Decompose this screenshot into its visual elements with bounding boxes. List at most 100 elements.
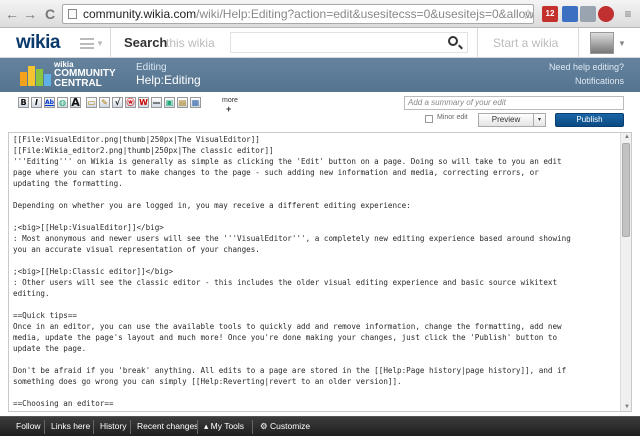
horizontal-line-button[interactable]: —	[151, 97, 162, 108]
internal-link-button[interactable]: Ab	[44, 97, 55, 108]
chevron-down-icon[interactable]: ▼	[96, 39, 104, 48]
media-file-button[interactable]: ✎	[99, 97, 110, 108]
page-icon	[68, 9, 77, 19]
editor-line: ==Quick tips==	[13, 311, 78, 320]
adblock-extension-icon[interactable]: 12	[542, 6, 558, 22]
scroll-down-arrow-icon[interactable]: ▼	[624, 404, 630, 410]
embedded-file-button[interactable]: ▭	[86, 97, 97, 108]
signature-button[interactable]: W	[138, 97, 149, 108]
hamburger-menu-icon[interactable]	[80, 38, 94, 49]
editor-line: Once in an editor, you can use the avail…	[13, 322, 562, 331]
recent-changes-button[interactable]: Recent changes	[137, 421, 198, 431]
need-help-link[interactable]: Need help editing?	[549, 62, 624, 72]
scrollbar-thumb[interactable]	[622, 143, 630, 237]
editor-line: editing.	[13, 289, 50, 298]
url-path: /wiki/Help:Editing?action=edit&usesitecs…	[196, 7, 534, 21]
divider	[477, 28, 478, 58]
url-host: community.wikia.com	[83, 7, 197, 21]
editor-line: '''Editing''' on Wikia is generally as s…	[13, 157, 562, 166]
start-a-wikia-link[interactable]: Start a wikia	[493, 36, 558, 50]
editor-line: ;<big>[[Help:VisualEditor]]</big>	[13, 223, 164, 232]
editor-line: update the page.	[13, 344, 87, 353]
editor-scrollbar[interactable]: ▲ ▼	[620, 133, 631, 411]
bookmark-star-icon[interactable]: ☆	[520, 6, 536, 22]
bold-button[interactable]: B	[18, 97, 29, 108]
browser-toolbar: ← → C community.wikia.com/wiki/Help:Edit…	[0, 0, 640, 28]
logo-line2: CENTRAL	[54, 78, 102, 89]
bottom-toolbar: Follow Links here History Recent changes…	[0, 416, 640, 436]
divider	[110, 28, 111, 58]
cloud-extension-icon[interactable]	[580, 6, 596, 22]
chevron-up-icon: ▴	[204, 421, 209, 431]
search-icon[interactable]	[448, 36, 458, 46]
notifications-link[interactable]: Notifications	[575, 76, 624, 86]
customize-button[interactable]: ⚙ Customize	[260, 421, 310, 432]
preview-button[interactable]: Preview	[478, 113, 534, 127]
minor-edit-checkbox[interactable]	[425, 115, 433, 123]
wikitext-editor[interactable]: [[File:VisualEditor.png|thumb|250px|The …	[8, 132, 632, 412]
nowiki-button[interactable]: ⓦ	[125, 97, 136, 108]
editor-line: Depending on whether you are logged in, …	[13, 201, 411, 210]
community-central-wordmark[interactable]: wikia COMMUNITY CENTRAL	[54, 61, 116, 89]
history-button[interactable]: History	[100, 421, 126, 431]
divider	[93, 420, 94, 434]
divider	[578, 28, 579, 58]
editor-line: media, update the page's layout and much…	[13, 333, 558, 342]
my-tools-button[interactable]: ▴ My Tools	[204, 421, 244, 432]
math-formula-button[interactable]: √	[112, 97, 123, 108]
editor-line: : Most anonymous and newer users will se…	[13, 234, 571, 243]
wikia-logo[interactable]: wikia	[16, 32, 60, 54]
follow-button[interactable]: Follow	[16, 421, 41, 431]
search-label: Search	[124, 35, 168, 50]
more-toolbar-button[interactable]: more +	[222, 97, 238, 114]
editor-line: you an accurate visual representation of…	[13, 245, 260, 254]
editor-content: [[File:VisualEditor.png|thumb|250px|The …	[13, 134, 617, 409]
heading-button[interactable]: A	[70, 97, 81, 108]
divider	[197, 420, 198, 434]
insert-image-button[interactable]: ▣	[164, 97, 175, 108]
community-banner: wikia COMMUNITY CENTRAL Editing Help:Edi…	[0, 58, 640, 92]
gear-icon: ⚙	[260, 421, 268, 431]
search-input[interactable]	[230, 32, 468, 53]
heart-extension-icon[interactable]	[598, 6, 614, 22]
extension-badge: 12	[545, 9, 555, 18]
my-tools-label: My Tools	[210, 421, 245, 431]
insert-table-button[interactable]: ▦	[190, 97, 201, 108]
publish-button[interactable]: Publish	[555, 113, 624, 127]
preview-dropdown-chevron-icon[interactable]: ▾	[533, 113, 546, 127]
reload-button[interactable]: C	[42, 6, 58, 22]
editor-line: ==Choosing an editor==	[13, 399, 114, 408]
insert-gallery-button[interactable]: ▤	[177, 97, 188, 108]
divider	[252, 420, 253, 434]
customize-label: Customize	[270, 421, 311, 431]
external-link-button[interactable]: ◍	[57, 97, 68, 108]
editor-line: [[File:Wikia_editor2.png|thumb|250px|The…	[13, 146, 274, 155]
calendar-extension-icon[interactable]	[562, 6, 578, 22]
divider	[44, 420, 45, 434]
wikia-global-header: wikia ▼ Search this wikia Start a wikia …	[0, 28, 640, 58]
editor-line: Don't be afraid if you 'break' anything.…	[13, 366, 567, 375]
menu-icon[interactable]: ≡	[620, 6, 636, 22]
links-here-button[interactable]: Links here	[51, 421, 90, 431]
page-title: Help:Editing	[136, 73, 201, 87]
edit-summary-input[interactable]: Add a summary of your edit	[404, 96, 624, 110]
forward-button[interactable]: →	[22, 6, 38, 22]
editor-line: : Other users will see the classic edito…	[13, 278, 558, 287]
editor-line: page where you can start to make changes…	[13, 168, 539, 177]
back-button[interactable]: ←	[4, 6, 20, 22]
italic-button[interactable]: I	[31, 97, 42, 108]
edit-toolbar: B I Ab ◍ A ▭ ✎ √ ⓦ W — ▣ ▤ ▦ more + Add …	[0, 92, 640, 132]
community-central-logo-icon[interactable]	[18, 60, 54, 90]
avatar[interactable]	[590, 32, 614, 54]
address-bar[interactable]: community.wikia.com/wiki/Help:Editing?ac…	[62, 4, 534, 24]
editor-line: [[File:VisualEditor.png|thumb|250px|The …	[13, 135, 260, 144]
chevron-down-icon[interactable]: ▼	[618, 39, 626, 48]
search-scope[interactable]: this wikia	[166, 36, 215, 50]
scroll-up-arrow-icon[interactable]: ▲	[624, 134, 630, 140]
editor-line: something does go wrong you can simply […	[13, 377, 402, 386]
